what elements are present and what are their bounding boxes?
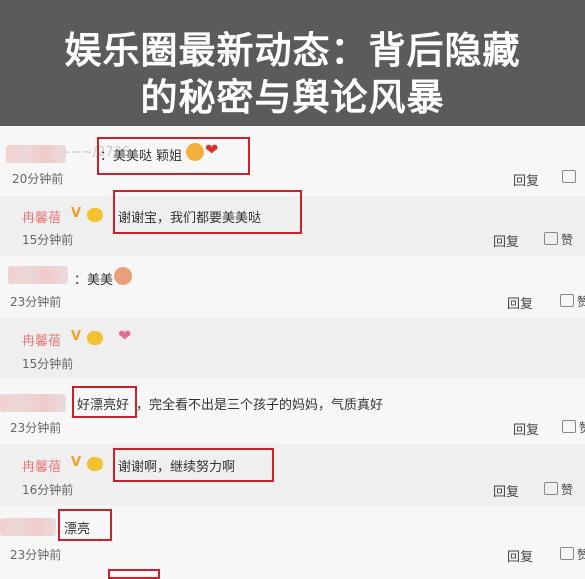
like-button[interactable]: 赞 — [560, 293, 585, 310]
comment-text-highlight: 好漂亮好 — [77, 398, 130, 413]
like-label: 赞 — [561, 233, 574, 247]
member-badge-icon — [87, 331, 103, 345]
comment-item: 好漂亮好 ，完全看不出是三个孩子的妈妈，气质真好 23分钟前 回复 赞 — [0, 378, 585, 438]
like-button[interactable]: 赞 — [544, 231, 573, 248]
blurred-avatar-name — [0, 518, 56, 536]
heart-emoji-icon: ❤ — [118, 326, 132, 345]
comment-time: 16分钟前 — [22, 483, 74, 497]
reply-button[interactable]: 回复 — [513, 170, 539, 189]
like-button[interactable]: 赞 — [562, 419, 585, 436]
like-label: 赞 — [577, 548, 585, 562]
reply-button[interactable]: 回复 — [493, 231, 519, 250]
like-button[interactable]: 赞 — [560, 546, 585, 563]
like-label: 赞 — [579, 421, 585, 435]
comment-time: 23分钟前 — [10, 295, 62, 309]
title-banner: 娱乐圈最新动态：背后隐藏 的秘密与舆论风暴 — [0, 0, 585, 126]
comment-time: 15分钟前 — [22, 357, 74, 371]
smile-emoji-icon — [186, 143, 204, 161]
verified-v-icon: V — [71, 329, 82, 344]
comment-item: ：美美 23分钟前 回复 赞 — [0, 256, 585, 318]
highlight-box — [108, 569, 160, 579]
like-label: 赞 — [577, 295, 585, 309]
reply-button[interactable]: 回复 — [507, 293, 533, 312]
comment-item: 漂亮 23分钟前 回复 赞 — [0, 506, 585, 579]
comment-username[interactable]: 冉馨蓓 — [22, 456, 61, 475]
thumb-up-icon — [562, 420, 576, 433]
thumb-up-icon — [562, 170, 576, 183]
heart-emoji-icon: ❤ — [205, 140, 219, 159]
blurred-avatar-name — [0, 394, 66, 412]
comment-item: ~~~/2736 ：美美哒 颖姐 ❤ 20分钟前 回复 — [0, 126, 585, 196]
thumb-up-icon — [560, 294, 574, 307]
thumb-up-icon — [544, 232, 558, 245]
thumb-up-icon — [544, 482, 558, 495]
reply-button[interactable]: 回复 — [493, 481, 519, 500]
banner-title-line-1: 娱乐圈最新动态：背后隐藏 — [64, 29, 521, 72]
reply-button[interactable]: 回复 — [513, 419, 539, 438]
reply-button[interactable]: 回复 — [507, 546, 533, 565]
like-button[interactable]: 赞 — [544, 481, 573, 498]
reply-item: 冉馨蓓 V 谢谢啊，继续努力啊 16分钟前 回复 赞 — [0, 444, 585, 506]
member-badge-icon — [87, 208, 103, 222]
comment-text: 谢谢啊，继续努力啊 — [118, 460, 236, 475]
verified-v-icon: V — [71, 206, 82, 221]
comment-username[interactable]: 冉馨蓓 — [22, 207, 61, 226]
blurred-avatar-name — [6, 145, 66, 163]
comment-text: 漂亮 — [64, 522, 91, 537]
reply-item: 冉馨蓓 V 谢谢宝，我们都要美美哒 15分钟前 回复 赞 — [0, 190, 585, 256]
banner-title-line-2: 的秘密与舆论风暴 — [140, 76, 445, 119]
comment-text: ：美美 — [74, 273, 114, 288]
comment-username[interactable]: 冉馨蓓 — [22, 330, 61, 349]
blurred-avatar-name — [8, 266, 68, 284]
reply-item: 冉馨蓓 V ❤ 15分钟前 — [0, 318, 585, 378]
verified-v-icon: V — [71, 455, 82, 470]
member-badge-icon — [87, 457, 103, 471]
like-button[interactable] — [562, 170, 579, 185]
comment-time: 23分钟前 — [10, 548, 62, 562]
comment-text: ，完全看不出是三个孩子的妈妈，气质真好 — [136, 398, 384, 413]
thumb-up-icon — [560, 547, 574, 560]
comment-time: 20分钟前 — [12, 172, 64, 186]
comment-text: 谢谢宝，我们都要美美哒 — [118, 211, 262, 226]
like-label: 赞 — [561, 483, 574, 497]
emoji-icon — [114, 267, 132, 285]
comment-time: 23分钟前 — [10, 421, 62, 435]
comment-text: ：美美哒 颖姐 — [100, 149, 183, 164]
comment-time: 15分钟前 — [22, 233, 74, 247]
